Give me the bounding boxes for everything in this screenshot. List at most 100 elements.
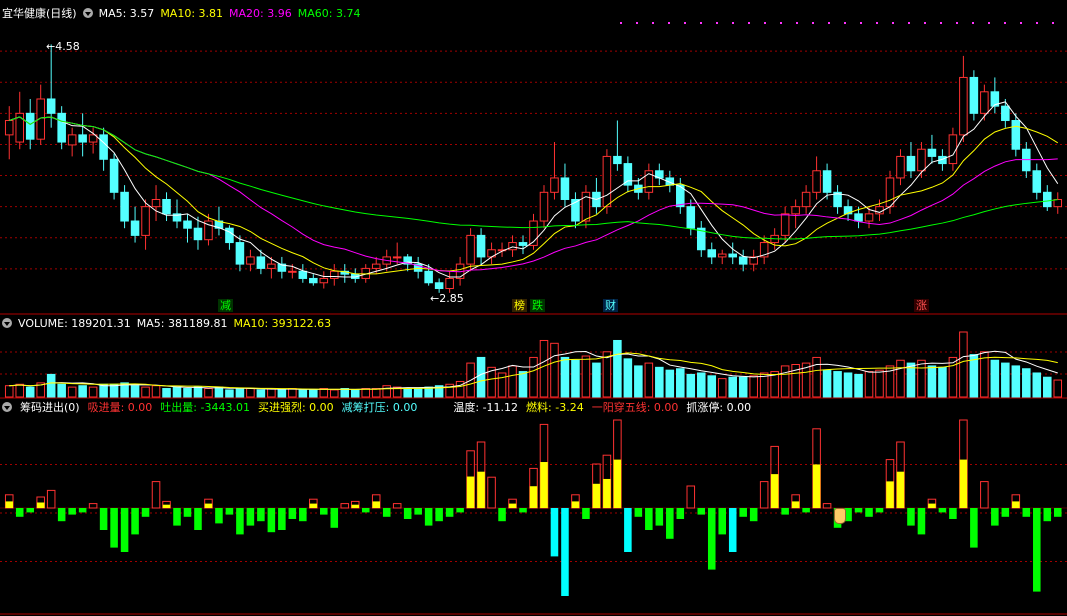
candle-body[interactable] — [613, 155, 622, 165]
volume-bar[interactable] — [749, 375, 758, 398]
volume-bar[interactable] — [476, 356, 486, 398]
volume-bar[interactable] — [613, 339, 622, 398]
volume-bar[interactable] — [927, 365, 937, 398]
volume-bar[interactable] — [717, 378, 727, 398]
volume-bar[interactable] — [644, 362, 654, 398]
volume-bar[interactable] — [235, 388, 245, 398]
event-marker-finance[interactable]: 财 — [603, 299, 618, 312]
volume-bar[interactable] — [990, 359, 1000, 398]
volume-bar[interactable] — [707, 375, 717, 398]
candle-body[interactable] — [623, 163, 633, 186]
volume-bar[interactable] — [833, 371, 842, 398]
volume-bar[interactable] — [15, 383, 25, 398]
volume-bar[interactable] — [854, 373, 863, 398]
volume-bar[interactable] — [413, 388, 423, 398]
volume-bar[interactable] — [1053, 379, 1063, 398]
volume-bar[interactable] — [592, 362, 601, 398]
volume-bar[interactable] — [256, 389, 266, 398]
candle-body[interactable] — [392, 256, 402, 259]
volume-bar[interactable] — [571, 359, 580, 398]
candle-body[interactable] — [917, 148, 926, 172]
volume-bar[interactable] — [67, 386, 77, 398]
volume-bar[interactable] — [225, 389, 234, 398]
candle-body[interactable] — [120, 191, 129, 222]
dropdown-icon[interactable] — [82, 8, 93, 18]
volume-bar[interactable] — [1032, 372, 1042, 398]
volume-bar[interactable] — [130, 385, 140, 398]
volume-bar[interactable] — [686, 373, 696, 398]
volume-bar[interactable] — [309, 389, 318, 398]
candle-body[interactable] — [256, 256, 266, 269]
volume-bar[interactable] — [46, 373, 56, 398]
volume-bar[interactable] — [361, 388, 371, 398]
candle-body[interactable] — [508, 242, 517, 251]
volume-bar[interactable] — [183, 388, 192, 398]
candle-body[interactable] — [1032, 170, 1042, 193]
volume-bar[interactable] — [403, 388, 412, 398]
volume-bar[interactable] — [518, 371, 528, 398]
candle-body[interactable] — [371, 263, 381, 269]
volume-bar[interactable] — [204, 388, 213, 398]
candle-body[interactable] — [707, 249, 717, 258]
volume-bar[interactable] — [539, 339, 549, 398]
volume-bar[interactable] — [330, 389, 339, 398]
candle-body[interactable] — [812, 170, 821, 193]
volume-bar[interactable] — [812, 356, 821, 398]
volume-bar[interactable] — [172, 386, 182, 398]
candle-body[interactable] — [319, 277, 329, 284]
volume-bar[interactable] — [508, 365, 517, 398]
volume-bar[interactable] — [25, 386, 35, 398]
candle-body[interactable] — [78, 134, 87, 143]
candle-body[interactable] — [130, 220, 140, 236]
volume-bar[interactable] — [969, 354, 979, 398]
volume-bar[interactable] — [57, 383, 66, 398]
volume-bar[interactable] — [88, 386, 98, 398]
volume-bar[interactable] — [4, 385, 14, 398]
dropdown-icon[interactable] — [2, 318, 12, 328]
volume-bar[interactable] — [843, 372, 853, 398]
candle-body[interactable] — [193, 227, 203, 241]
volume-bar[interactable] — [634, 365, 643, 398]
volume-bar[interactable] — [780, 365, 790, 398]
candle-body[interactable] — [791, 206, 800, 215]
volume-bar[interactable] — [581, 355, 591, 398]
candle-body[interactable] — [980, 91, 989, 114]
candle-body[interactable] — [602, 155, 612, 208]
volume-bar[interactable] — [728, 376, 737, 398]
volume-bar[interactable] — [665, 369, 675, 398]
candle-body[interactable] — [1053, 198, 1063, 208]
candle-body[interactable] — [801, 191, 811, 208]
candle-body[interactable] — [1042, 191, 1052, 208]
volume-bar[interactable] — [371, 388, 381, 398]
volume-bar[interactable] — [1011, 365, 1021, 398]
candle-body[interactable] — [854, 213, 863, 222]
volume-bar[interactable] — [277, 389, 287, 398]
volume-bar[interactable] — [738, 376, 748, 398]
candle-body[interactable] — [969, 76, 979, 114]
event-marker-rank[interactable]: 榜 — [512, 299, 527, 312]
volume-bar[interactable] — [78, 385, 87, 398]
candle-body[interactable] — [246, 256, 255, 265]
candle-body[interactable] — [330, 270, 339, 279]
dropdown-icon[interactable] — [2, 402, 12, 412]
candle-body[interactable] — [141, 206, 150, 236]
candle-body[interactable] — [927, 148, 937, 157]
candle-body[interactable] — [67, 134, 77, 146]
candle-body[interactable] — [434, 282, 444, 290]
candle-body[interactable] — [57, 112, 66, 143]
volume-bar[interactable] — [938, 366, 947, 398]
candle-body[interactable] — [267, 263, 276, 269]
candle-body[interactable] — [445, 277, 454, 290]
volume-bar[interactable] — [822, 369, 832, 398]
volume-bar[interactable] — [917, 359, 926, 398]
candle-body[interactable] — [466, 234, 475, 265]
candle-body[interactable] — [476, 234, 486, 258]
candle-body[interactable] — [822, 170, 832, 193]
volume-bar[interactable] — [529, 356, 538, 398]
volume-bar[interactable] — [676, 368, 685, 398]
volume-bar[interactable] — [141, 386, 150, 398]
candle-body[interactable] — [109, 158, 119, 193]
candle-body[interactable] — [885, 177, 895, 208]
volume-bar[interactable] — [193, 386, 203, 398]
event-marker-fall[interactable]: 跌 — [530, 299, 545, 312]
